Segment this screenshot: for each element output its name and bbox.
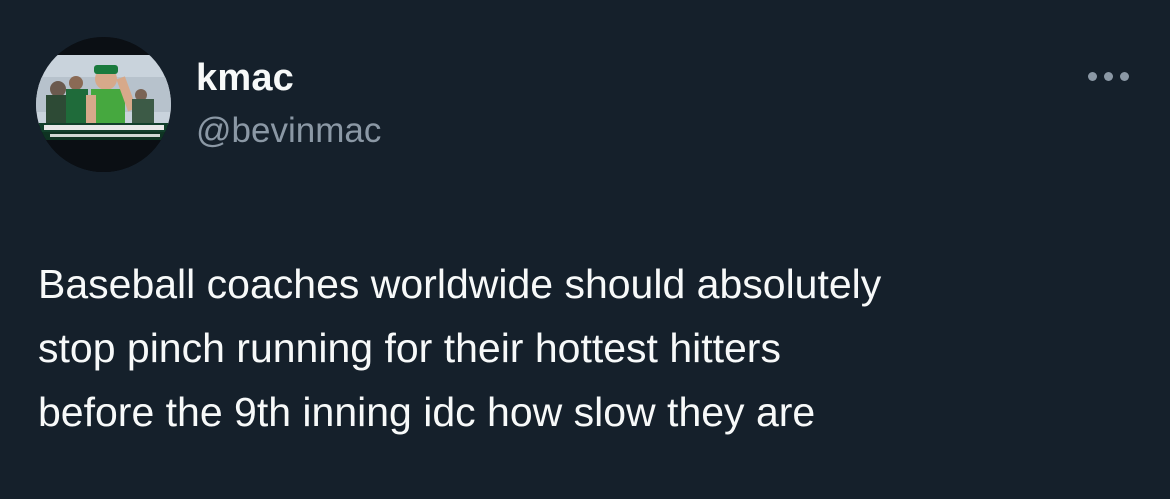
tweet-text: Baseball coaches worldwide should absolu… bbox=[38, 261, 882, 435]
more-options-button[interactable] bbox=[1078, 58, 1138, 94]
display-name[interactable]: kmac bbox=[196, 56, 294, 100]
tweet-card: kmac @bevinmac Baseball coaches worldwid… bbox=[0, 0, 1170, 499]
avatar-image bbox=[36, 37, 171, 172]
more-options-icon bbox=[1087, 71, 1097, 81]
avatar[interactable] bbox=[36, 37, 171, 172]
more-options-icon-dot bbox=[1103, 71, 1113, 81]
user-handle[interactable]: @bevinmac bbox=[196, 110, 381, 152]
more-options-icon-dot bbox=[1119, 71, 1129, 81]
